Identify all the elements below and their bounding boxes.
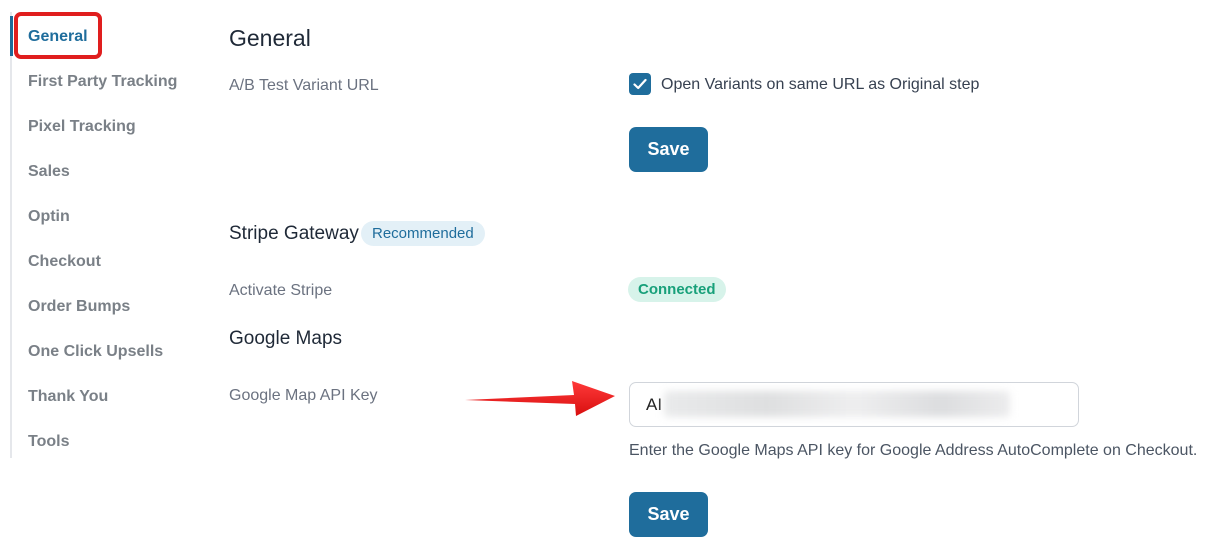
maps-save-button[interactable]: Save (629, 492, 708, 537)
highlight-box (14, 12, 102, 59)
sidebar-item-tools[interactable]: Tools (28, 433, 69, 451)
google-map-api-key-input[interactable]: AI (629, 382, 1079, 427)
sidebar-item-order-bumps[interactable]: Order Bumps (28, 298, 130, 316)
sidebar-item-one-click-upsells[interactable]: One Click Upsells (28, 343, 163, 361)
red-arrow-icon (465, 381, 615, 416)
sidebar-active-indicator (10, 16, 13, 56)
section-title-stripe: Stripe Gateway (229, 223, 359, 244)
section-title-google-maps: Google Maps (229, 328, 343, 349)
sidebar-item-checkout[interactable]: Checkout (28, 253, 101, 271)
stripe-connected-badge: Connected (628, 277, 726, 302)
google-map-api-key-label: Google Map API Key (229, 387, 378, 404)
check-icon (633, 78, 647, 90)
redacted-blur (664, 391, 1010, 417)
sidebar-item-first-party-tracking[interactable]: First Party Tracking (28, 73, 177, 91)
api-key-help-text: Enter the Google Maps API key for Google… (629, 442, 1198, 459)
section-title-general: General (229, 25, 311, 51)
sidebar-item-pixel-tracking[interactable]: Pixel Tracking (28, 118, 136, 136)
settings-sidebar: General First Party Tracking Pixel Track… (0, 0, 200, 460)
recommended-badge: Recommended (361, 221, 485, 246)
general-save-button[interactable]: Save (629, 127, 708, 172)
sidebar-item-thank-you[interactable]: Thank You (28, 388, 108, 406)
sidebar-item-sales[interactable]: Sales (28, 163, 70, 181)
ab-test-checkbox-label: Open Variants on same URL as Original st… (661, 76, 980, 93)
sidebar-item-optin[interactable]: Optin (28, 208, 70, 226)
ab-test-checkbox[interactable] (629, 73, 651, 95)
sidebar-rail (10, 12, 12, 458)
activate-stripe-label: Activate Stripe (229, 282, 333, 299)
ab-test-label: A/B Test Variant URL (229, 77, 379, 94)
api-key-value: AI (646, 395, 663, 414)
